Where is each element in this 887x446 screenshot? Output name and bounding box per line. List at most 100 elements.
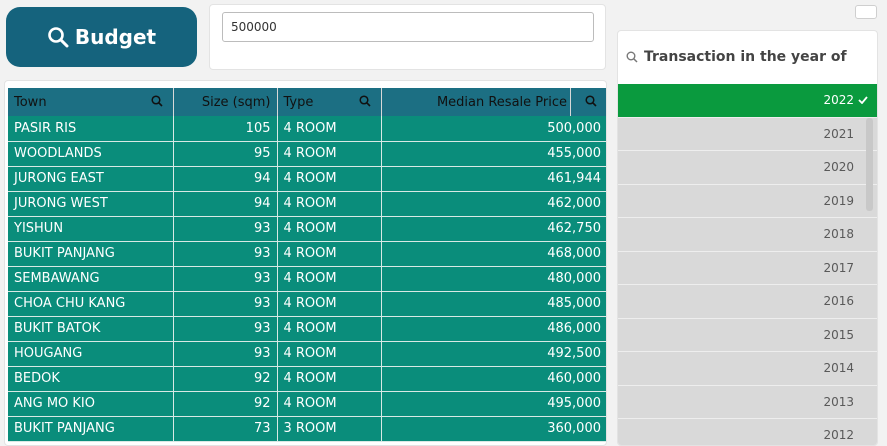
column-header-label: Type (283, 94, 314, 110)
year-item[interactable]: 2020 (618, 151, 877, 185)
price-cell[interactable]: 468,000 (381, 241, 606, 267)
price-cell[interactable]: 486,000 (381, 316, 606, 342)
town-cell[interactable]: BUKIT PANJANG (8, 241, 174, 267)
size-cell[interactable]: 73 (173, 416, 278, 442)
price-cell[interactable]: 460,000 (381, 366, 606, 392)
table-row[interactable]: BUKIT BATOK 93 4 ROOM 486,000 (8, 316, 606, 342)
table-row[interactable]: JURONG WEST 94 4 ROOM 462,000 (8, 191, 606, 217)
search-icon[interactable] (150, 95, 163, 111)
size-cell[interactable]: 93 (173, 266, 278, 292)
table-row[interactable]: BUKIT PANJANG 93 4 ROOM 468,000 (8, 241, 606, 267)
town-cell[interactable]: BUKIT PANJANG (8, 416, 174, 442)
price-cell[interactable]: 485,000 (381, 291, 606, 317)
type-cell[interactable]: 4 ROOM (277, 366, 382, 392)
budget-input-panel (209, 4, 606, 70)
table-row[interactable]: PASIR RIS 105 4 ROOM 500,000 (8, 116, 606, 142)
table-row[interactable]: ANG MO KIO 92 4 ROOM 495,000 (8, 391, 606, 417)
search-icon[interactable] (358, 95, 371, 111)
size-cell[interactable]: 92 (173, 366, 278, 392)
town-cell[interactable]: BUKIT BATOK (8, 316, 174, 342)
price-cell[interactable]: 462,750 (381, 216, 606, 242)
size-cell[interactable]: 94 (173, 166, 278, 192)
size-cell[interactable]: 93 (173, 341, 278, 367)
type-cell[interactable]: 4 ROOM (277, 241, 382, 267)
year-item[interactable]: 2021 (618, 117, 877, 151)
town-cell[interactable]: JURONG EAST (8, 166, 174, 192)
type-cell[interactable]: 4 ROOM (277, 166, 382, 192)
type-cell[interactable]: 4 ROOM (277, 116, 382, 142)
town-cell[interactable]: YISHUN (8, 216, 174, 242)
price-cell[interactable]: 492,500 (381, 341, 606, 367)
size-cell[interactable]: 93 (173, 241, 278, 267)
search-icon[interactable] (585, 95, 597, 111)
table-row[interactable]: SEMBAWANG 93 4 ROOM 480,000 (8, 266, 606, 292)
check-icon (858, 93, 868, 107)
year-item[interactable]: 2018 (618, 218, 877, 252)
town-cell[interactable]: ANG MO KIO (8, 391, 174, 417)
budget-button[interactable]: Budget (6, 7, 197, 67)
size-cell[interactable]: 93 (173, 316, 278, 342)
year-list-scrollbar[interactable] (866, 118, 873, 211)
type-cell[interactable]: 4 ROOM (277, 291, 382, 317)
table-row[interactable]: HOUGANG 93 4 ROOM 492,500 (8, 341, 606, 367)
type-cell[interactable]: 4 ROOM (277, 216, 382, 242)
table-row[interactable]: BUKIT PANJANG 73 3 ROOM 360,000 (8, 416, 606, 442)
type-cell[interactable]: 4 ROOM (277, 316, 382, 342)
price-cell[interactable]: 461,944 (381, 166, 606, 192)
price-cell[interactable]: 462,000 (381, 191, 606, 217)
menu-toggle-button[interactable] (855, 5, 877, 19)
table-row[interactable]: JURONG EAST 94 4 ROOM 461,944 (8, 166, 606, 192)
year-label: 2022 (823, 93, 854, 108)
year-filter-panel: Transaction in the year of 2022 2021 2020 2… (617, 30, 878, 446)
size-cell[interactable]: 93 (173, 216, 278, 242)
year-item[interactable]: 2017 (618, 251, 877, 285)
type-cell[interactable]: 4 ROOM (277, 341, 382, 367)
column-header-label: Size (sqm) (201, 94, 271, 110)
year-item[interactable]: 2014 (618, 352, 877, 386)
column-header-price[interactable]: Median Resale Price (381, 88, 606, 116)
table-row[interactable]: YISHUN 93 4 ROOM 462,750 (8, 216, 606, 242)
table-row[interactable]: BEDOK 92 4 ROOM 460,000 (8, 366, 606, 392)
size-cell[interactable]: 94 (173, 191, 278, 217)
type-cell[interactable]: 4 ROOM (277, 191, 382, 217)
town-cell[interactable]: JURONG WEST (8, 191, 174, 217)
price-cell[interactable]: 480,000 (381, 266, 606, 292)
town-cell[interactable]: PASIR RIS (8, 116, 174, 142)
size-cell[interactable]: 95 (173, 141, 278, 167)
size-cell[interactable]: 93 (173, 291, 278, 317)
town-cell[interactable]: WOODLANDS (8, 141, 174, 167)
price-cell[interactable]: 360,000 (381, 416, 606, 442)
table-header-row: Town Size (sqm) Type Median Resale Price (8, 88, 606, 116)
search-icon (47, 26, 69, 48)
type-cell[interactable]: 4 ROOM (277, 141, 382, 167)
year-label: 2012 (823, 428, 854, 443)
year-item[interactable]: 2022 (618, 84, 877, 118)
table-row[interactable]: WOODLANDS 95 4 ROOM 455,000 (8, 141, 606, 167)
year-item[interactable]: 2012 (618, 419, 877, 445)
type-cell[interactable]: 4 ROOM (277, 266, 382, 292)
town-cell[interactable]: HOUGANG (8, 341, 174, 367)
price-cell[interactable]: 455,000 (381, 141, 606, 167)
column-header-type[interactable]: Type (277, 88, 382, 116)
town-cell[interactable]: SEMBAWANG (8, 266, 174, 292)
year-item[interactable]: 2013 (618, 385, 877, 419)
table-row[interactable]: CHOA CHU KANG 93 4 ROOM 485,000 (8, 291, 606, 317)
town-cell[interactable]: BEDOK (8, 366, 174, 392)
column-header-town[interactable]: Town (8, 88, 174, 116)
year-item[interactable]: 2015 (618, 318, 877, 352)
type-cell[interactable]: 3 ROOM (277, 416, 382, 442)
year-item[interactable]: 2016 (618, 285, 877, 319)
price-cell[interactable]: 495,000 (381, 391, 606, 417)
price-cell[interactable]: 500,000 (381, 116, 606, 142)
column-header-size[interactable]: Size (sqm) (173, 88, 278, 116)
budget-input[interactable] (222, 12, 594, 42)
year-label: 2015 (823, 327, 854, 342)
year-item[interactable]: 2019 (618, 184, 877, 218)
type-cell[interactable]: 4 ROOM (277, 391, 382, 417)
town-cell[interactable]: CHOA CHU KANG (8, 291, 174, 317)
year-label: 2019 (823, 193, 854, 208)
size-cell[interactable]: 92 (173, 391, 278, 417)
year-label: 2021 (823, 126, 854, 141)
year-filter-header[interactable]: Transaction in the year of (618, 31, 877, 83)
size-cell[interactable]: 105 (173, 116, 278, 142)
